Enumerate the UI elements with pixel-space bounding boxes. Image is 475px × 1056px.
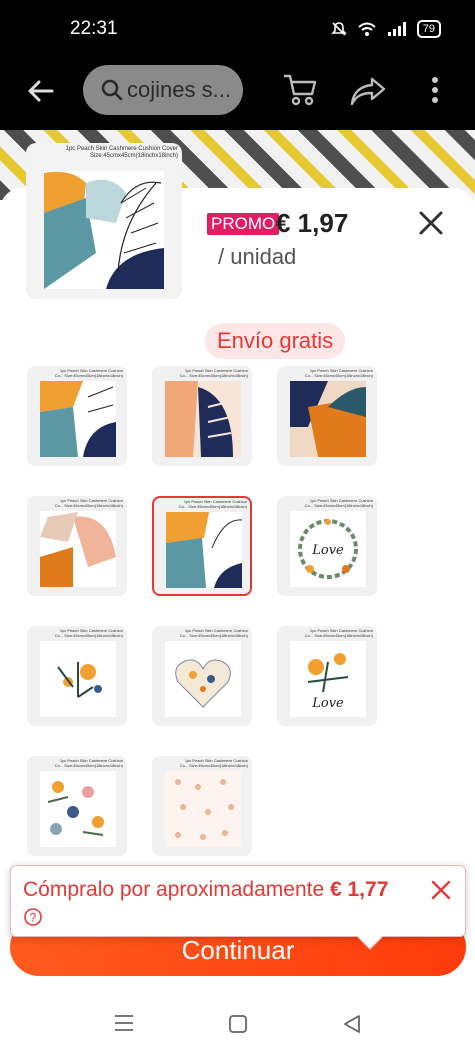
- price-unit: / unidad: [218, 244, 297, 269]
- variant-thumbnail[interactable]: 1pc Peach Skin Cashmere Cushion Co... Si…: [277, 626, 377, 726]
- cushion-text: Love: [311, 543, 344, 558]
- variant-thumbnail[interactable]: 1pc Peach Skin Cashmere Cushion Co... Si…: [152, 366, 252, 466]
- status-time: 22:31: [70, 18, 118, 39]
- cushion-illustration: [165, 771, 241, 847]
- info-icon[interactable]: ?: [23, 907, 43, 927]
- status-bar: 22:31 79: [0, 0, 475, 58]
- cart-icon[interactable]: [282, 72, 318, 108]
- signal-icon: [387, 22, 406, 36]
- variant-caption: 1pc Peach Skin Cashmere Cushion Co... Si…: [304, 498, 373, 508]
- variant-caption: 1pc Peach Skin Cashmere Cushion Co... Si…: [54, 758, 123, 768]
- battery-icon: 79: [416, 20, 441, 38]
- wifi-icon: [358, 22, 376, 36]
- close-icon[interactable]: [431, 880, 451, 900]
- variant-thumbnail[interactable]: 1pc Peach Skin Cashmere Cushion Co... Si…: [27, 626, 127, 726]
- search-text: cojines s...: [127, 77, 231, 102]
- price-tooltip: Cómpralo por aproximadamente € 1,77 ?: [10, 865, 466, 950]
- cushion-illustration: [40, 641, 116, 717]
- variant-caption: 1pc Peach Skin Cashmere Cushion Co... Si…: [54, 368, 123, 378]
- search-input[interactable]: cojines s...: [83, 65, 243, 115]
- promo-badge: PROMO: [207, 213, 280, 235]
- arrow-left-icon[interactable]: [26, 76, 56, 106]
- variant-caption: 1pc Peach Skin Cashmere Cushion Co... Si…: [304, 628, 373, 638]
- back-triangle-icon[interactable]: [342, 1014, 362, 1034]
- mute-icon: [330, 22, 347, 36]
- cushion-illustration: [40, 771, 116, 847]
- system-nav-bar: [0, 988, 475, 1056]
- variant-thumbnail[interactable]: 1pc Peach Skin Cashmere Cushion Co... Si…: [27, 496, 127, 596]
- variant-thumbnail[interactable]: 1pc Peach Skin Cashmere Cushion Co... Si…: [277, 496, 377, 596]
- cushion-illustration: Love: [290, 641, 366, 717]
- home-icon[interactable]: [228, 1014, 248, 1034]
- top-app-bar: cojines s...: [0, 58, 475, 130]
- tooltip-text: Cómpralo por aproximadamente € 1,77 ?: [23, 876, 403, 932]
- cushion-text: Love: [311, 696, 344, 711]
- variant-caption: 1pc Peach Skin Cashmere Cushion Co... Si…: [179, 758, 248, 768]
- variant-caption: 1pc Peach Skin Cashmere Cushion Co... Si…: [179, 368, 248, 378]
- close-icon[interactable]: [418, 210, 444, 236]
- cushion-illustration: [290, 381, 366, 457]
- cushion-illustration: [165, 641, 241, 717]
- cushion-illustration: [40, 511, 116, 587]
- search-icon: [101, 79, 123, 101]
- variant-caption: 1pc Peach Skin Cashmere Cushion Co... Si…: [54, 628, 123, 638]
- cushion-illustration: [40, 381, 116, 457]
- free-shipping-badge: Envío gratis: [205, 323, 346, 359]
- menu-icon[interactable]: [114, 1014, 134, 1032]
- variant-caption: 1pc Peach Skin Cashmere Cushion Co... Si…: [304, 368, 373, 378]
- product-price: € 1,97: [276, 208, 349, 238]
- variant-caption: 1pc Peach Skin Cashmere Cushion Co... Si…: [54, 498, 123, 508]
- variant-thumbnail[interactable]: 1pc Peach Skin Cashmere Cushion Co... Si…: [152, 756, 252, 856]
- selected-product-image[interactable]: 1pc Peach Skin Cashmere Cushion Cover Si…: [26, 143, 182, 299]
- tooltip-price: € 1,77: [329, 878, 389, 901]
- variant-caption: 1pc Peach Skin Cashmere Cushion Co... Si…: [178, 499, 247, 509]
- variant-thumbnail[interactable]: 1pc Peach Skin Cashmere Cushion Co... Si…: [277, 366, 377, 466]
- variant-thumbnail[interactable]: 1pc Peach Skin Cashmere Cushion Co... Si…: [152, 496, 252, 596]
- cushion-illustration: [44, 171, 164, 289]
- more-icon[interactable]: [430, 76, 440, 106]
- variant-caption: 1pc Peach Skin Cashmere Cushion Co... Si…: [179, 628, 248, 638]
- cushion-illustration: [166, 512, 243, 588]
- svg-text:?: ?: [30, 911, 37, 925]
- variant-thumbnail[interactable]: 1pc Peach Skin Cashmere Cushion Co... Si…: [27, 756, 127, 856]
- variant-thumbnail[interactable]: 1pc Peach Skin Cashmere Cushion Co... Si…: [27, 366, 127, 466]
- image-caption: 1pc Peach Skin Cashmere Cushion Cover Si…: [65, 146, 178, 160]
- share-icon[interactable]: [350, 76, 386, 106]
- variant-thumbnail[interactable]: 1pc Peach Skin Cashmere Cushion Co... Si…: [152, 626, 252, 726]
- cushion-illustration: Love: [290, 511, 366, 587]
- cushion-illustration: [165, 381, 241, 457]
- status-icons: 79: [330, 20, 441, 38]
